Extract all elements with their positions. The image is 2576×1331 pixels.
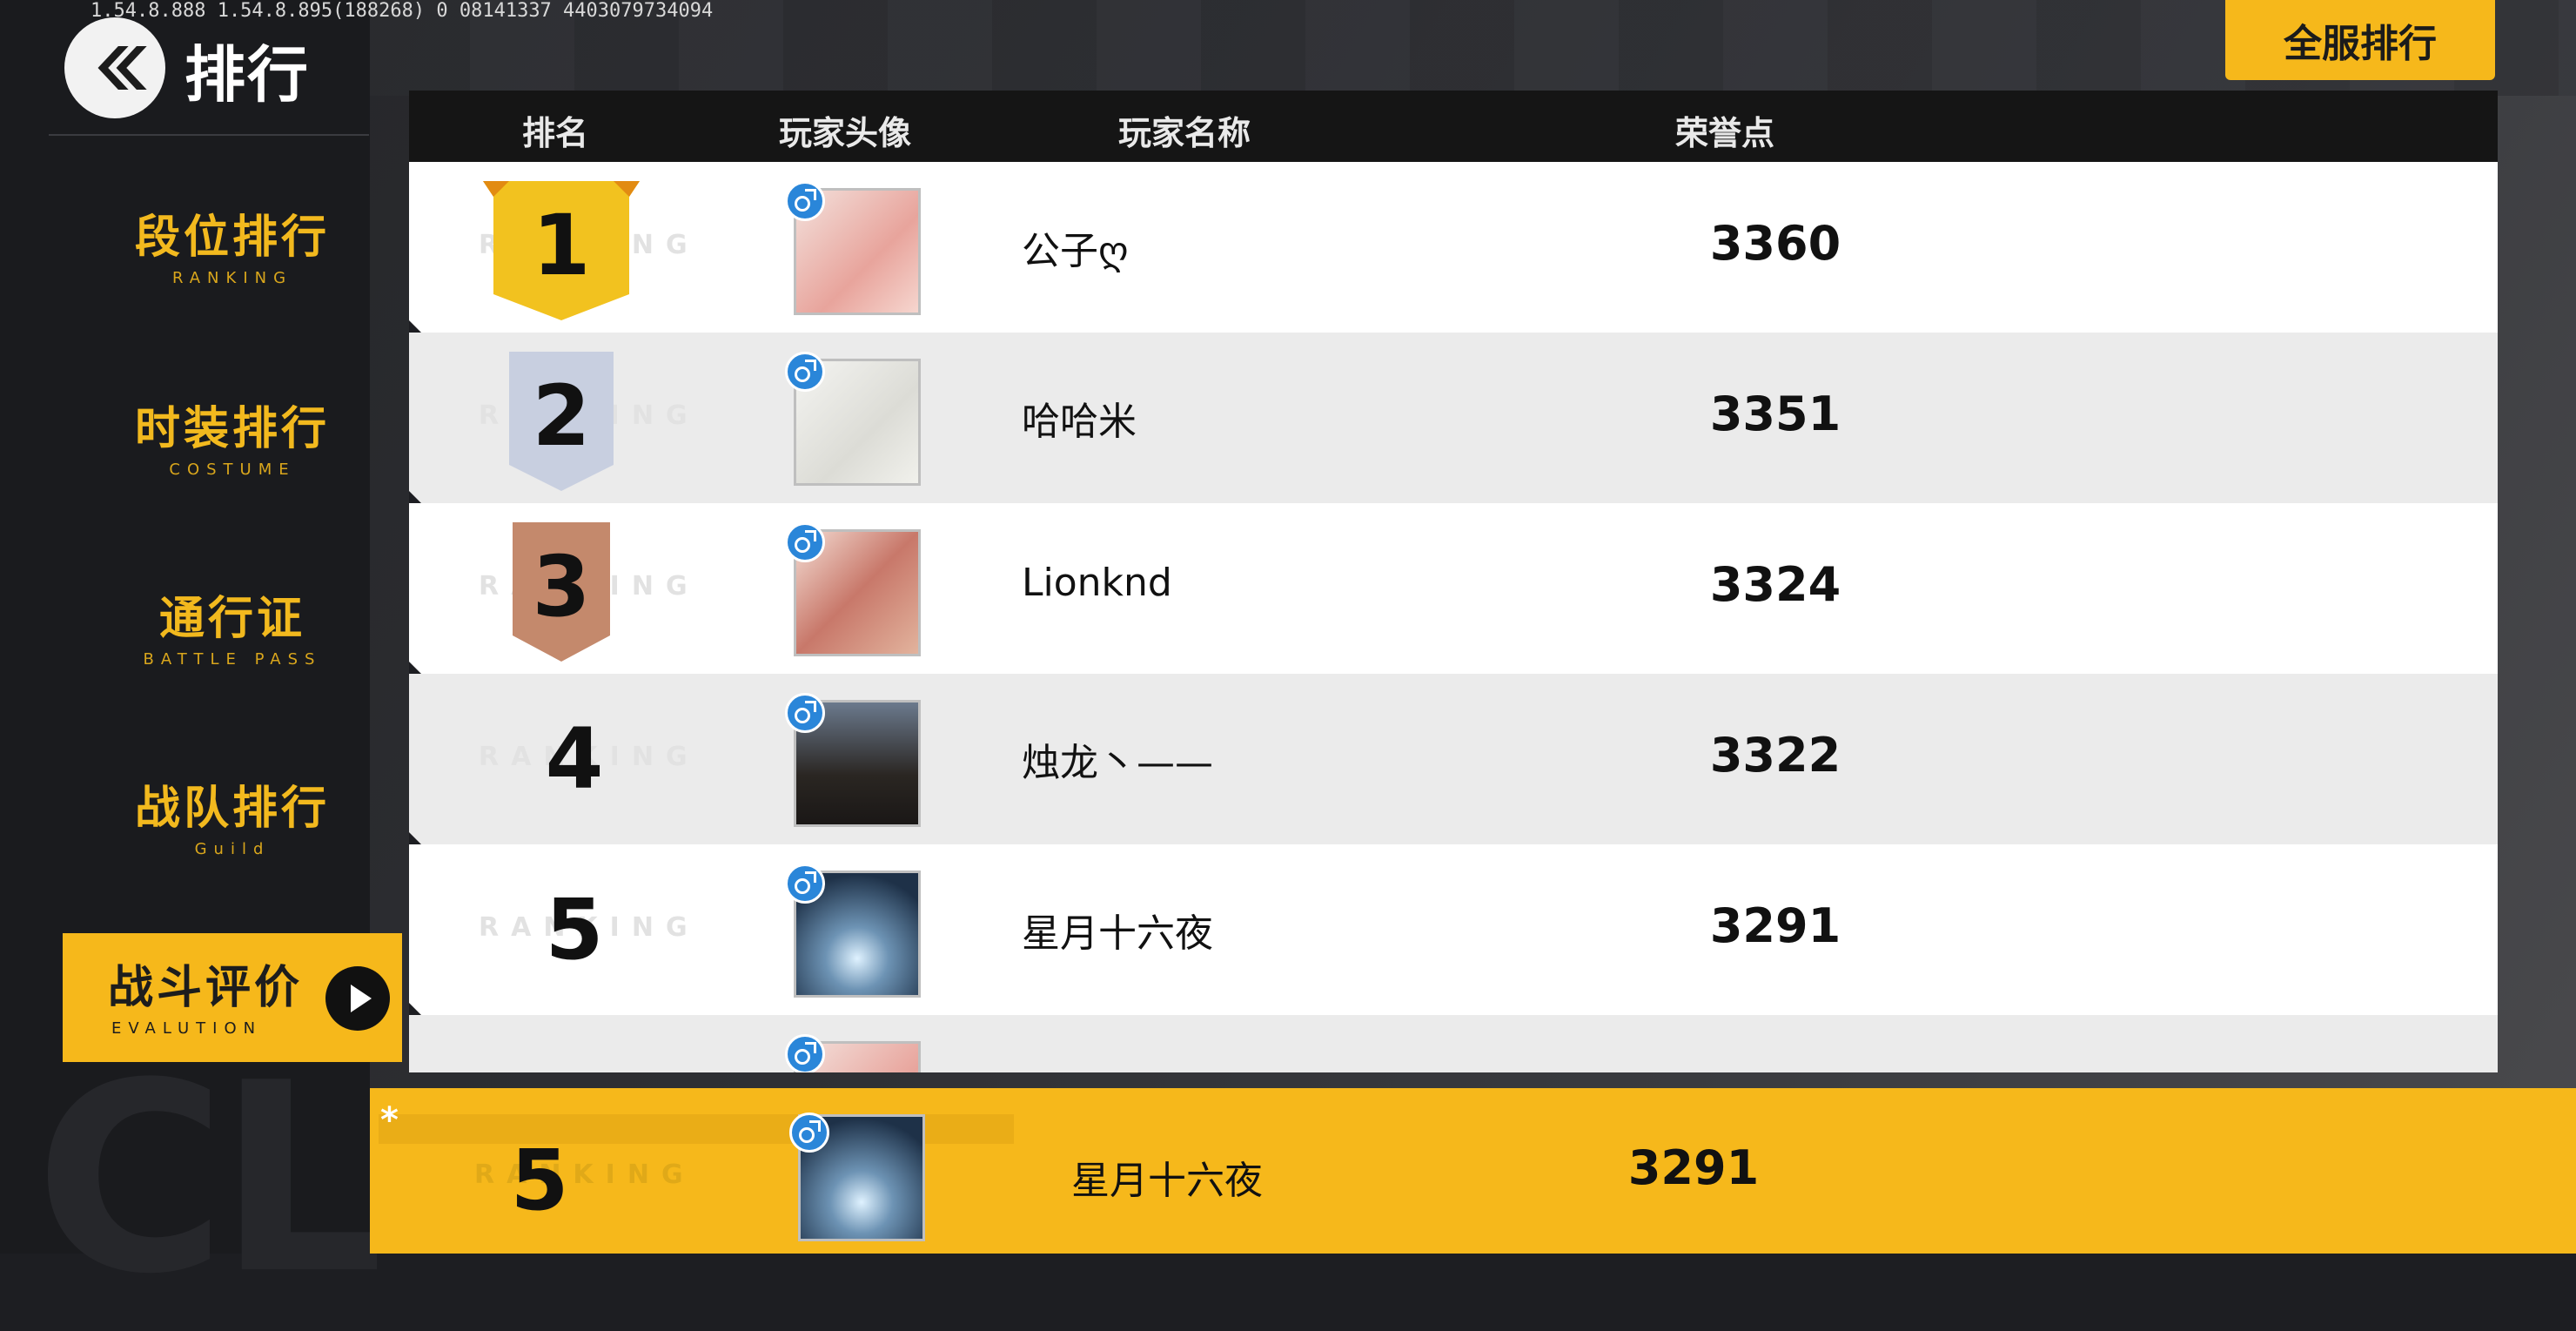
rank-number: 3 [532, 538, 591, 635]
table-row[interactable]: RANKING 4 烛龙丶—— 3322 [409, 674, 2498, 844]
row-corner [409, 1003, 421, 1015]
row-corner [409, 491, 421, 503]
nav-item-sublabel: RANKING [171, 269, 293, 287]
my-rank-bar: * RANKING 5 星月十六夜 3291 [370, 1088, 2576, 1254]
male-icon [785, 864, 825, 904]
male-icon [785, 181, 825, 221]
table-row[interactable]: RANKING 5 星月十六夜 3291 [409, 844, 2498, 1015]
table-row[interactable]: RANKING 3 Lionknd 3324 [409, 503, 2498, 674]
row-corner [409, 662, 421, 674]
honor-points: 3324 [1709, 557, 1841, 612]
nav-item-sublabel: Guild [194, 840, 271, 858]
player-name[interactable]: 星月十六夜 [1022, 902, 1213, 958]
nav-item-evaluation[interactable]: 战斗评价 EVALUTION [63, 933, 402, 1062]
player-name: 星月十六夜 [1071, 1159, 1263, 1203]
nav-item-sublabel: BATTLE PASS [143, 650, 322, 669]
bronze-medal-icon: 3 [483, 522, 640, 662]
column-header-avatar: 玩家头像 [779, 114, 912, 152]
row-corner [409, 832, 421, 844]
male-icon [789, 1113, 829, 1153]
table-row[interactable] [409, 1015, 2498, 1072]
male-icon [785, 1034, 825, 1072]
nav-item-label: 通行证 [158, 593, 305, 645]
table-header: 排名 玩家头像 玩家名称 荣誉点 [409, 91, 2498, 162]
nav-item-sublabel: COSTUME [169, 460, 296, 479]
player-name[interactable]: 哈哈米 [1022, 390, 1137, 446]
rank-number: 2 [532, 367, 591, 465]
ranking-table[interactable]: 排名 玩家头像 玩家名称 荣誉点 RANKING 1 公子ღ 3360 RANK… [409, 91, 2498, 1072]
page-title: 排行 [184, 39, 310, 111]
my-rank-marker: * [380, 1100, 399, 1140]
table-row[interactable]: RANKING 1 公子ღ 3360 [409, 162, 2498, 333]
column-header-name: 玩家名称 [1118, 114, 1251, 152]
silver-medal-icon: 2 [483, 352, 640, 491]
gold-medal-icon: 1 [483, 181, 640, 320]
play-icon [325, 966, 390, 1031]
column-header-rank: 排名 [522, 114, 589, 152]
male-icon [785, 522, 825, 562]
rank-number: 4 [545, 710, 604, 808]
honor-points: 3360 [1709, 216, 1841, 271]
player-name[interactable]: Lionknd [1022, 561, 1172, 605]
row-corner [409, 320, 421, 333]
nav-item-label: 战队排行 [134, 783, 330, 835]
server-ranking-button[interactable]: 全服排行 [2225, 0, 2495, 80]
rank-number: 5 [510, 1132, 569, 1229]
double-chevron-left-icon [97, 46, 147, 90]
rank-number: 1 [532, 197, 591, 294]
back-button[interactable] [64, 17, 165, 118]
nav-item-label: 时装排行 [134, 403, 330, 455]
background-letters: CL [35, 1027, 384, 1331]
honor-points: 3322 [1709, 728, 1841, 783]
nav-item-costume[interactable]: 时装排行 COSTUME [63, 374, 402, 503]
player-name[interactable]: 公子ღ [1022, 219, 1129, 275]
rank-number: 5 [545, 881, 604, 978]
divider [49, 134, 369, 136]
male-icon [785, 352, 825, 392]
version-text: 1.54.8.888 1.54.8.895(188268) 0 08141337… [91, 0, 714, 22]
nav-item-ranking[interactable]: 段位排行 RANKING [63, 183, 402, 312]
nav-item-battle-pass[interactable]: 通行证 BATTLE PASS [63, 564, 402, 693]
player-name[interactable]: 烛龙丶—— [1022, 731, 1213, 787]
male-icon [785, 693, 825, 733]
honor-points: 3351 [1709, 387, 1841, 441]
table-row[interactable]: RANKING 2 哈哈米 3351 [409, 333, 2498, 503]
column-header-points: 荣誉点 [1675, 114, 1775, 152]
nav-item-guild[interactable]: 战队排行 Guild [63, 754, 402, 883]
nav-item-label: 段位排行 [134, 212, 330, 264]
honor-points: 3291 [1627, 1140, 1760, 1195]
honor-points: 3291 [1709, 898, 1841, 953]
